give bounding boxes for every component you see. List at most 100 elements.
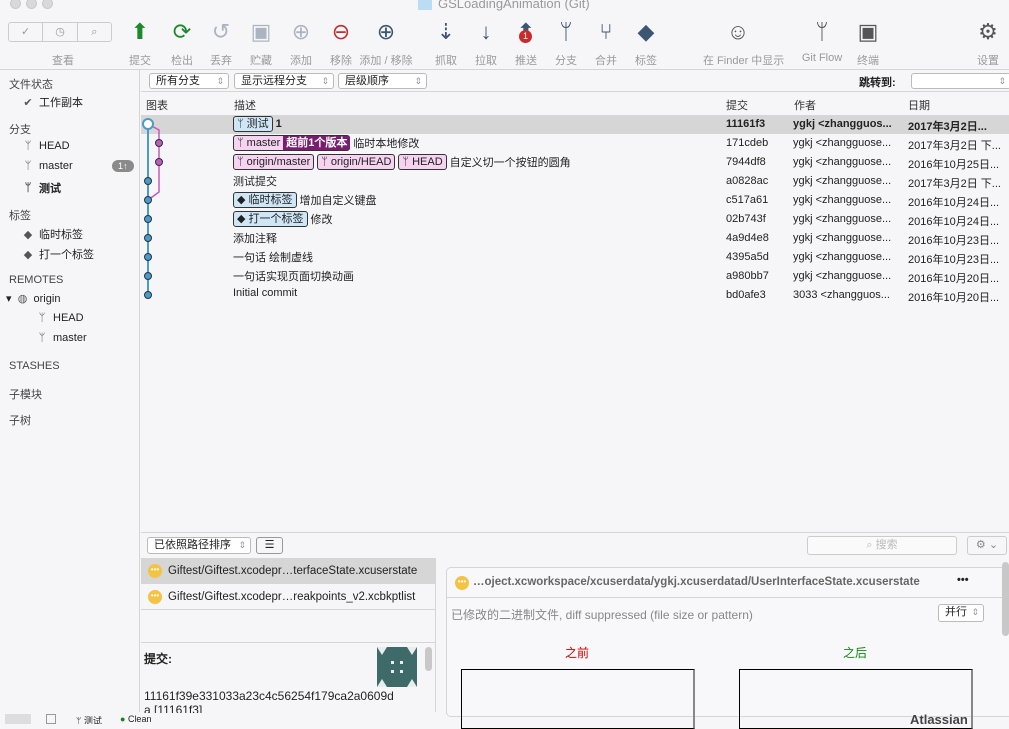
commit-node[interactable] — [144, 234, 152, 242]
commit-author: ygkj <zhangguose... — [793, 232, 892, 244]
col-description[interactable]: 描述 — [234, 97, 256, 113]
file-item[interactable]: ••• Giftest/Giftest.xcodepr…terfaceState.… — [141, 558, 435, 584]
sidebar-item-head[interactable]: ᛘ HEAD — [22, 140, 70, 152]
commit-hash: a980bb7 — [726, 270, 769, 282]
stash-button[interactable]: ▣ 贮藏 — [239, 18, 283, 68]
fetch-button[interactable]: ⇣ 抓取 — [424, 18, 468, 68]
commit-row[interactable]: ◆ 临时标签 增加自定义键盘 c517a61 ygkj <zhangguose..… — [141, 191, 1009, 210]
list-view-button[interactable]: ☰ — [256, 537, 283, 554]
commit-author: ygkj <zhangguose... — [793, 194, 892, 206]
commit-button[interactable]: ⬆ 提交 — [118, 18, 162, 68]
sidebar-item-tag[interactable]: ◆ 打一个标签 — [22, 246, 94, 262]
commit-row[interactable]: ᛘ 测试 1 11161f3 ygkj <zhangguos... 2017年3月… — [141, 115, 1009, 134]
sort-select[interactable]: 已依照路径排序 — [147, 537, 251, 554]
history-icon[interactable]: ◷ — [43, 23, 78, 41]
commit-author: ygkj <zhangguose... — [793, 137, 892, 149]
merge-button[interactable]: ⑂ 合并 — [584, 18, 628, 68]
settings-dropdown[interactable]: ⚙ ⌄ — [967, 536, 1007, 555]
commit-node[interactable] — [144, 177, 152, 185]
git-flow-button[interactable]: ᛘ Git Flow — [800, 18, 844, 64]
checkout-button[interactable]: ⟳ 检出 — [160, 18, 204, 68]
ref-label[interactable]: ◆ 临时标签 — [233, 192, 297, 208]
commit-hash: bd0afe3 — [726, 289, 766, 301]
commit-message: 增加自定义键盘 — [299, 195, 377, 207]
commit-node[interactable] — [144, 272, 152, 280]
scrollbar[interactable] — [425, 647, 432, 671]
panel-toggle-icon[interactable] — [46, 714, 56, 724]
commit-node[interactable] — [144, 215, 152, 223]
pull-button[interactable]: ↓ 拉取 — [464, 18, 508, 68]
sidebar-item-working-copy[interactable]: ✔ 工作副本 — [22, 94, 83, 110]
commit-row[interactable]: ◆ 打一个标签 修改 02b743f ygkj <zhangguose... 20… — [141, 210, 1009, 229]
commit-row[interactable]: 添加注释 4a9d4e8 ygkj <zhangguose... 2016年10… — [141, 229, 1009, 248]
search-icon[interactable]: ⌕ — [78, 23, 111, 41]
terminal-icon: ▣ — [857, 19, 879, 44]
search-input[interactable]: ⌕ 搜索 — [807, 536, 957, 555]
sidebar-item-test[interactable]: ᛘ 测试 — [22, 180, 61, 196]
commit-row[interactable]: 一句话 绘制虚线 4395a5d ygkj <zhangguose... 201… — [141, 248, 1009, 267]
sidebar-item-tag[interactable]: ◆ 临时标签 — [22, 226, 83, 242]
gear-button[interactable]: ⚙ 设置 — [966, 18, 1009, 68]
section-branches: 分支 — [9, 124, 31, 136]
commit-row[interactable]: ᛘ origin/master ᛘ origin/HEAD ᛘ HEAD 自定义切一个… — [141, 153, 1009, 172]
check-icon[interactable]: ✓ — [9, 23, 44, 41]
sidebar-item-remote-head[interactable]: ᛘ HEAD — [36, 312, 84, 324]
sidebar-item-remote-master[interactable]: ᛘ master — [36, 332, 87, 344]
section-submodules: 子模块 — [9, 389, 42, 401]
commit-hash: 11161f3 — [726, 118, 766, 130]
commit-node[interactable] — [144, 291, 152, 299]
view-segmented-control[interactable]: ✓ ◷ ⌕ — [8, 22, 112, 42]
col-commit[interactable]: 提交 — [726, 97, 748, 113]
commit-row[interactable]: 测试提交 a0828ac ygkj <zhangguose... 2017年3月… — [141, 172, 1009, 191]
disclosure-triangle-icon[interactable]: ▾ — [6, 292, 12, 305]
finder-icon: ☺ — [726, 19, 750, 44]
commit-node[interactable] — [155, 158, 163, 166]
section-stashes: STASHES — [9, 360, 60, 372]
sidebar-item-master[interactable]: ᛘ master — [22, 160, 73, 172]
sidebar-item-origin[interactable]: ▾ ◍ origin — [6, 292, 60, 306]
order-select[interactable]: 层级顺序 — [338, 73, 427, 89]
ref-label[interactable]: ◆ 打一个标签 — [233, 211, 308, 227]
terminal-button[interactable]: ▣ 终端 — [846, 18, 890, 68]
branch-button[interactable]: ᛘ 分支 — [544, 18, 588, 68]
col-date[interactable]: 日期 — [908, 97, 930, 113]
col-author[interactable]: 作者 — [794, 97, 816, 113]
commit-row[interactable]: ᛘ master 超前1个版本 临时本地修改 171cdeb ygkj <zhang… — [141, 134, 1009, 153]
minimize-button[interactable] — [26, 0, 37, 9]
push-button[interactable]: ⬆1推送 — [504, 18, 548, 68]
remote-filter-select[interactable]: 显示远程分支 — [234, 73, 334, 89]
discard-button[interactable]: ↺ 丢弃 — [199, 18, 243, 68]
ref-label[interactable]: ᛘ HEAD — [398, 154, 447, 170]
finder-button[interactable]: ☺ 在 Finder 中显示 — [703, 18, 784, 68]
branch-filter-select[interactable]: 所有分支 — [149, 73, 229, 89]
sidebar-toggle-icon[interactable] — [5, 714, 31, 724]
tag-icon: ◆ — [237, 194, 249, 206]
ref-label[interactable]: ᛘ 测试 — [233, 116, 273, 132]
ref-label[interactable]: ᛘ master 超前1个版本 — [233, 135, 351, 151]
col-graph[interactable]: 图表 — [146, 97, 168, 113]
diff-mode-select[interactable]: 并行 — [938, 604, 984, 622]
ref-label[interactable]: ᛘ origin/master — [233, 154, 315, 170]
close-button[interactable] — [10, 0, 21, 9]
file-item[interactable]: ••• Giftest/Giftest.xcodepr…reakpoints_v2… — [141, 584, 435, 610]
commit-node[interactable] — [142, 118, 154, 130]
stash-icon: ▣ — [250, 19, 272, 44]
tag-button[interactable]: ◆ 标签 — [624, 18, 668, 68]
add-remove-icon: ⊕ — [376, 19, 396, 44]
jump-to-select[interactable] — [911, 73, 1009, 89]
commit-date: 2017年3月2日 下... — [908, 140, 1001, 152]
commit-node[interactable] — [155, 139, 163, 147]
ref-label[interactable]: ᛘ origin/HEAD — [317, 154, 396, 170]
commit-node[interactable] — [144, 196, 152, 204]
commit-node[interactable] — [144, 253, 152, 261]
add-remove-button[interactable]: ⊕ 添加 / 移除 — [351, 18, 421, 68]
modified-icon: ••• — [148, 564, 162, 578]
title-bar: GSLoadingAnimation (Git) — [0, 0, 1009, 14]
zoom-button[interactable] — [42, 0, 53, 9]
diff-scrollbar[interactable] — [1002, 562, 1009, 636]
add-button[interactable]: ⊕ 添加 — [279, 18, 323, 68]
branch-icon: ᛘ — [237, 137, 247, 149]
more-options-button[interactable]: ••• — [957, 574, 969, 586]
commit-row[interactable]: 一句话实现页面切换动画 a980bb7 ygkj <zhangguose... … — [141, 267, 1009, 286]
commit-row[interactable]: Initial commit bd0afe3 3033 <zhangguos..… — [141, 286, 1009, 305]
